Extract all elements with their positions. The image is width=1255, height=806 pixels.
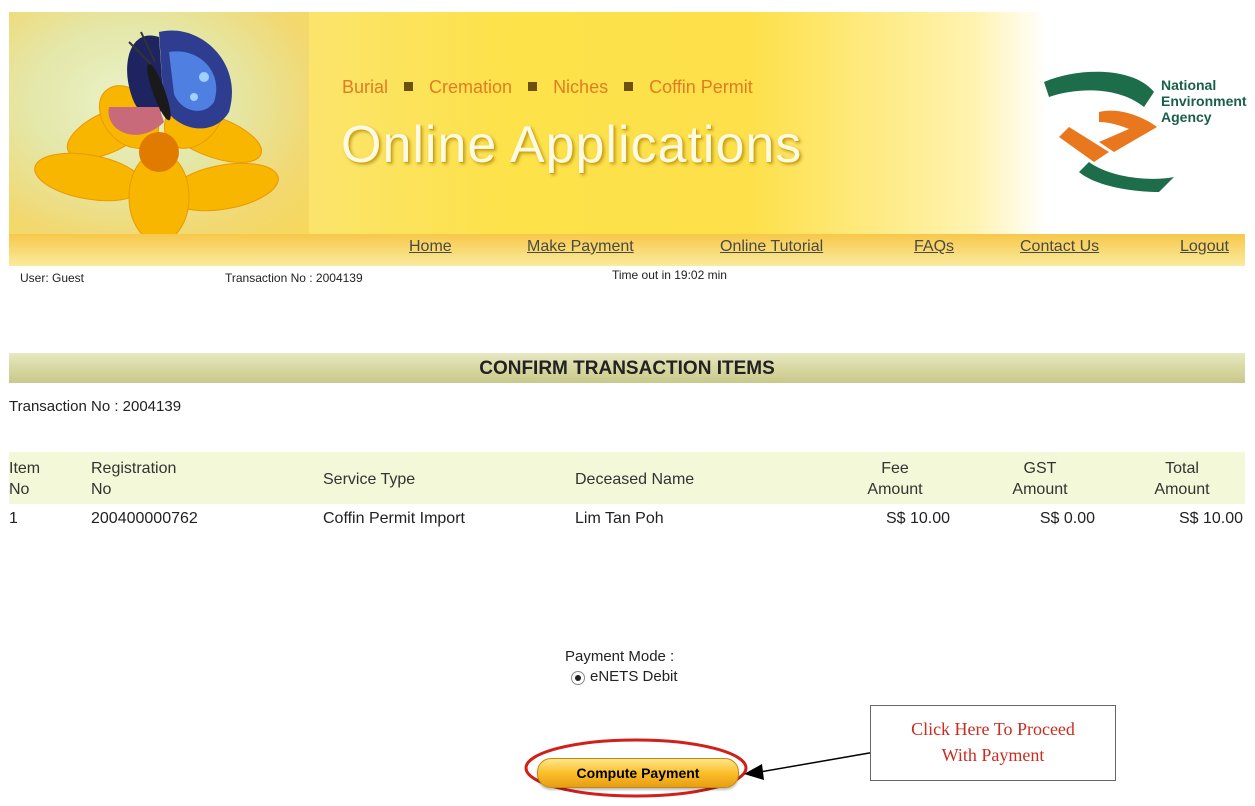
col-item-no: Item No: [9, 458, 40, 500]
timeout-status: Time out in 19:02 min: [612, 268, 727, 282]
service-coffin-permit: Coffin Permit: [649, 77, 753, 97]
col-gst-amount: GST Amount: [1000, 458, 1080, 500]
agency-line: Agency: [1161, 109, 1212, 125]
col-label: Item: [9, 460, 41, 477]
callout-line: Click Here To Proceed: [911, 719, 1075, 739]
col-label: No: [91, 481, 112, 498]
col-service-type: Service Type: [323, 471, 416, 488]
nav-contact-us-link[interactable]: Contact Us: [1020, 238, 1099, 256]
header-banner: Burial Cremation Niches Coffin Permit Onlin…: [9, 12, 1247, 234]
user-status: User: Guest: [20, 271, 85, 285]
nav-make-payment-link[interactable]: Make Payment: [527, 238, 634, 256]
section-title: CONFIRM TRANSACTION ITEMS: [479, 358, 775, 379]
callout-line: With Payment: [941, 745, 1045, 765]
agency-line: National: [1161, 77, 1217, 93]
proceed-callout: Click Here To Proceed With Payment: [870, 705, 1116, 781]
callout-arrow-icon: [744, 751, 876, 780]
col-label: Amount: [867, 481, 923, 498]
enets-debit-label[interactable]: eNETS Debit: [590, 668, 678, 685]
butterfly-flower-image: [9, 12, 309, 234]
transaction-number: Transaction No : 2004139: [9, 398, 182, 415]
page-title: Online Applications: [341, 116, 803, 174]
nea-logo-icon: [1044, 71, 1174, 192]
cell-fee-amount: S$ 10.00: [885, 510, 950, 527]
col-label: Amount: [1012, 481, 1068, 498]
col-registration-no: Registration No: [91, 458, 176, 500]
col-label: No: [9, 481, 30, 498]
col-deceased-name: Deceased Name: [575, 471, 695, 488]
enets-debit-radio[interactable]: [571, 671, 585, 685]
transaction-status: Transaction No : 2004139: [225, 271, 363, 285]
nav-home-link[interactable]: Home: [409, 238, 452, 256]
cell-item-no: 1: [9, 510, 18, 527]
col-label: Fee: [881, 460, 909, 477]
col-label: Amount: [1154, 481, 1210, 498]
col-total-amount: Total Amount: [1142, 458, 1222, 500]
nav-online-tutorial-link[interactable]: Online Tutorial: [720, 238, 823, 256]
cell-deceased-name: Lim Tan Poh: [575, 510, 664, 527]
service-burial: Burial: [342, 77, 389, 97]
payment-mode-label: Payment Mode :: [565, 648, 675, 665]
nav-faqs-link[interactable]: FAQs: [914, 238, 954, 256]
agency-line: Environment: [1161, 93, 1247, 109]
service-niches: Niches: [553, 77, 609, 97]
col-fee-amount: Fee Amount: [855, 458, 935, 500]
service-cremation: Cremation: [429, 77, 513, 97]
col-label: Registration: [91, 460, 177, 477]
cell-service-type: Coffin Permit Import: [323, 510, 465, 527]
cell-total-amount: S$ 10.00: [1178, 510, 1243, 527]
nav-logout-link[interactable]: Logout: [1180, 238, 1229, 256]
cell-registration-no: 200400000762: [91, 510, 198, 527]
agency-name: National Environment Agency: [1161, 77, 1247, 125]
col-label: GST: [1023, 460, 1057, 477]
cell-gst-amount: S$ 0.00: [1039, 510, 1095, 527]
service-list: Burial Cremation Niches Coffin Permit: [342, 77, 753, 98]
col-label: Total: [1165, 460, 1199, 477]
compute-payment-button[interactable]: Compute Payment: [537, 758, 739, 788]
